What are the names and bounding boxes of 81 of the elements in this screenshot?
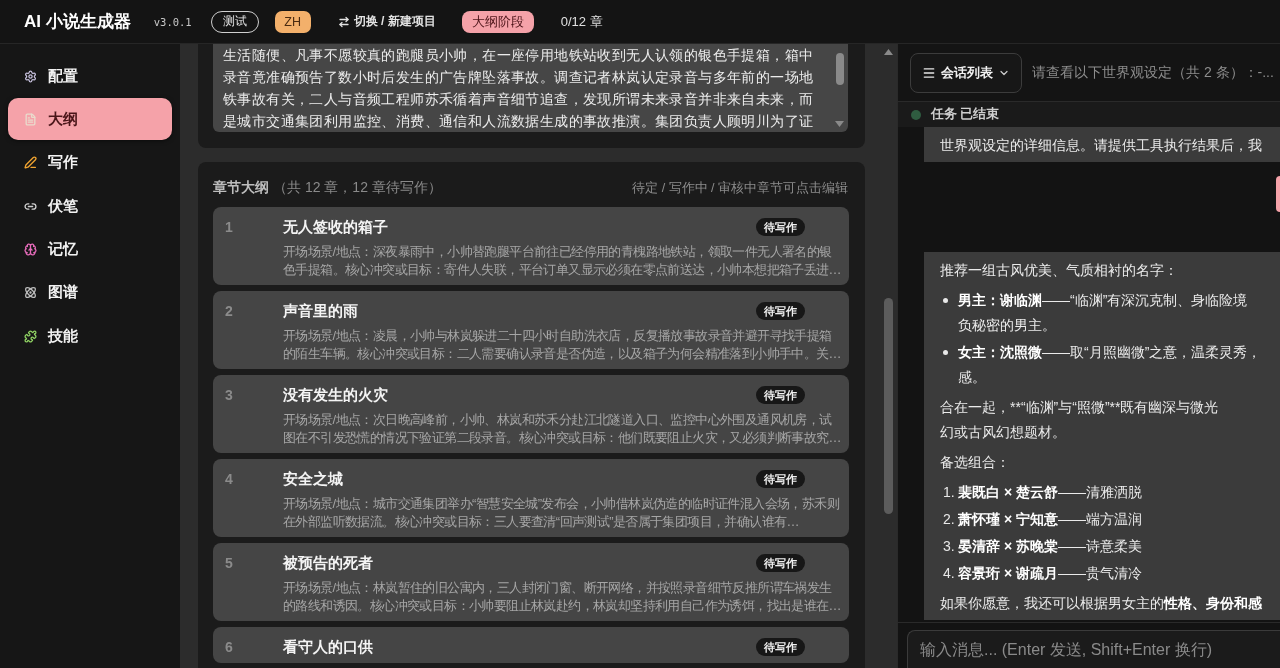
bullet-dot-icon [943,350,948,355]
list-item-text: 裴既白 × 楚云舒——清雅洒脱 [958,483,1143,502]
status-badge: 待写作 [756,470,805,488]
chapter-card[interactable]: 1 无人签收的箱子 待写作 开场场景/地点：深夜暴雨中，小帅替跑腿平台前往已经停用的青槐路地铁站，领取一件无人署名的银色手提箱。核心冲突或目标：寄件人失联，平台订单又显示必须在零点前送达，小帅本想把箱子丢进… [213,207,849,285]
sidebar-item[interactable]: 图谱 [8,271,172,314]
status-badge: 待写作 [756,638,805,656]
message-paragraph: 合在一起，**“临渊”与“照微”**既有幽深与微光 幻或古风幻想题材。 [940,398,1220,442]
list-number: 2. [942,510,955,529]
gear-icon [24,69,37,83]
chapter-count: （共 12 章，12 章待写作） [273,179,442,197]
chapter-title: 被预告的死者 [283,553,373,573]
list-number: 4. [942,564,955,583]
list-item-text: 男主：谢临渊——“临渊”有深沉克制、身临险境 负秘密的男主。 [958,291,1249,335]
message-paragraph: 备选组合： [940,453,1011,472]
list-item-text: 女主：沈照微——取“月照幽微”之意，温柔灵秀， 感。 [958,343,1263,387]
sidebar-item[interactable]: 写作 [8,141,172,184]
scroll-up-icon[interactable] [884,49,893,55]
menu-icon [922,65,936,80]
chapter-card[interactable]: 3 没有发生的火灾 待写作 开场场景/地点：次日晚高峰前，小帅、林岚和苏禾分赴江北隧道入口、监控中心外围及通风机房，试图在不引发恐慌的情况下验证第二段录音。核心冲突或目标：他们既要阻止火灾，又必须判断事故究… [213,375,849,453]
scrollbar-thumb[interactable] [884,298,893,514]
chapter-description: 开场场景/地点：深夜暴雨中，小帅替跑腿平台前往已经停用的青槐路地铁站，领取一件无人署名的银色手提箱。核心冲突或目标：寄件人失联，平台订单又显示必须在零点前送达，小帅本想把箱子丢进… [283,243,842,279]
chapter-number: 5 [225,554,233,573]
bullet-dot-icon [943,298,948,303]
sidebar-item[interactable]: 伏笔 [8,185,172,228]
document-icon [24,112,37,126]
list-number: 1. [942,483,955,502]
message-paragraph: 世界观设定的详细信息。请提供工具执行结果后，我 [940,136,1263,155]
list-number: 3. [942,537,955,556]
task-status: 任务 已结束 [931,106,1000,123]
chapter-number: 2 [225,302,233,321]
session-title: 请查看以下世界观设定（共 2 条）：-... [1032,63,1274,82]
chapter-card[interactable]: 6 看守人的口供 待写作 [213,627,849,663]
scroll-down-icon[interactable] [835,121,844,127]
language-button[interactable]: ZH [274,10,311,33]
chapter-title: 无人签收的箱子 [283,217,388,237]
pen-icon [24,156,37,170]
message-paragraph: 推荐一组古风优美、气质相衬的名字： [940,261,1179,280]
chapter-description: 开场场景/地点：城市交通集团举办“智慧安全城”发布会，小帅借林岚伪造的临时证件混入会场，苏禾则在外部监听数据流。核心冲突或目标：三人要查清“回声测试”是否属于集团项目，并确认谁有… [283,495,841,531]
chapter-card[interactable]: 5 被预告的死者 待写作 开场场景/地点：林岚暂住的旧公寓内，三人封闭门窗、断开网络，并按照录音细节反推所谓车祸发生的路线和诱因。核心冲突或目标：小帅要阻止林岚赴约，林岚却坚持利用自己作为诱饵，找出是谁在… [213,543,849,621]
list-item-text: 容景珩 × 谢疏月——贵气清冷 [958,564,1143,583]
sidebar-item[interactable]: 记忆 [8,228,172,271]
chapter-title: 没有发生的火灾 [283,385,388,405]
chapter-title: 看守人的口供 [283,637,373,657]
stage-badge: 大纲阶段 [461,10,534,33]
brain-icon [24,243,37,257]
app-title: AI 小说生成器 [24,11,131,33]
message-paragraph: 如果你愿意，我还可以根据男女主的性格、身份和感 [940,594,1263,613]
chapter-title: 声音里的雨 [283,301,358,321]
atom-icon [24,286,37,300]
synopsis-field[interactable]: 生活随便、凡事不愿较真的跑腿员小帅，在一座停用地铁站收到无人认领的银色手提箱，箱中录音竟准确预告了数小时后发生的广告牌坠落事故。调查记者林岚认定录音与多年前的一场地铁事故有关，二人与音频工程师苏禾循着声音细节追查，发现所谓未来录音并非来自未来，而是城市交通集团利用监控、消费、通信和人流数据生成的事故推演。集团负责人顾明川为了证 [213,44,848,132]
switch-project-button[interactable]: 切换 / 新建项目 [337,13,436,30]
chapter-number: 6 [225,638,233,657]
chapter-card[interactable]: 2 声音里的雨 待写作 开场场景/地点：凌晨，小帅与林岚躲进二十四小时自助洗衣店，反复播放事故录音并避开寻找手提箱的陌生车辆。核心冲突或目标：二人需要确认录音是否伪造，以及箱子为何会精准落到小帅手中。关… [213,291,849,369]
sidebar-item[interactable]: 技能 [8,315,172,358]
puzzle-icon [24,329,37,343]
chapter-number: 3 [225,386,233,405]
status-badge: 待写作 [756,554,805,572]
status-dot-icon [911,109,921,120]
chapter-counter-text: 0/12 章 [560,12,603,31]
session-list-button[interactable]: 会话列表 [910,52,1022,93]
chapter-description: 开场场景/地点：次日晚高峰前，小帅、林岚和苏禾分赴江北隧道入口、监控中心外围及通风机房，试图在不引发恐慌的情况下验证第二段录音。核心冲突或目标：他们既要阻止火灾，又必须判断事故究… [283,411,842,447]
section-title: 章节大纲 [213,179,269,197]
status-badge: 待写作 [756,218,805,236]
message-input[interactable]: 输入消息... (Enter 发送, Shift+Enter 换行) [907,630,1280,668]
sidebar-item[interactable]: 大纲 [8,98,172,141]
edit-hint: 待定 / 写作中 / 审核中章节可点击编辑 [632,179,848,197]
sidebar-item[interactable]: 配置 [8,55,172,97]
chapter-number: 4 [225,470,233,489]
list-item-text: 萧怀瑾 × 宁知意——端方温润 [958,510,1143,529]
chapter-description: 开场场景/地点：凌晨，小帅与林岚躲进二十四小时自助洗衣店，反复播放事故录音并避开寻找手提箱的陌生车辆。核心冲突或目标：二人需要确认录音是否伪造，以及箱子为何会精准落到小帅手中。关… [283,327,842,363]
swap-arrows-icon [337,15,350,28]
scrollbar-thumb[interactable] [835,53,844,85]
status-badge: 待写作 [756,302,805,320]
chapter-title: 安全之城 [283,469,343,489]
chapter-card[interactable]: 4 安全之城 待写作 开场场景/地点：城市交通集团举办“智慧安全城”发布会，小帅借林岚伪造的临时证件混入会场，苏禾则在外部监听数据流。核心冲突或目标：三人要查清“回声测试”是否属于集团项目，并确认谁有… [213,459,849,537]
version-label: v3.0.1 [153,15,192,28]
message-bubble [1276,176,1280,212]
list-item-text: 晏清辞 × 苏晚棠——诗意柔美 [958,537,1143,556]
chapter-number: 1 [225,218,233,237]
status-badge: 待写作 [756,386,805,404]
chapter-description: 开场场景/地点：林岚暂住的旧公寓内，三人封闭门窗、断开网络，并按照录音细节反推所谓车祸发生的路线和诱因。核心冲突或目标：小帅要阻止林岚赴约，林岚却坚持利用自己作为诱饵，找出是谁在… [283,579,842,615]
